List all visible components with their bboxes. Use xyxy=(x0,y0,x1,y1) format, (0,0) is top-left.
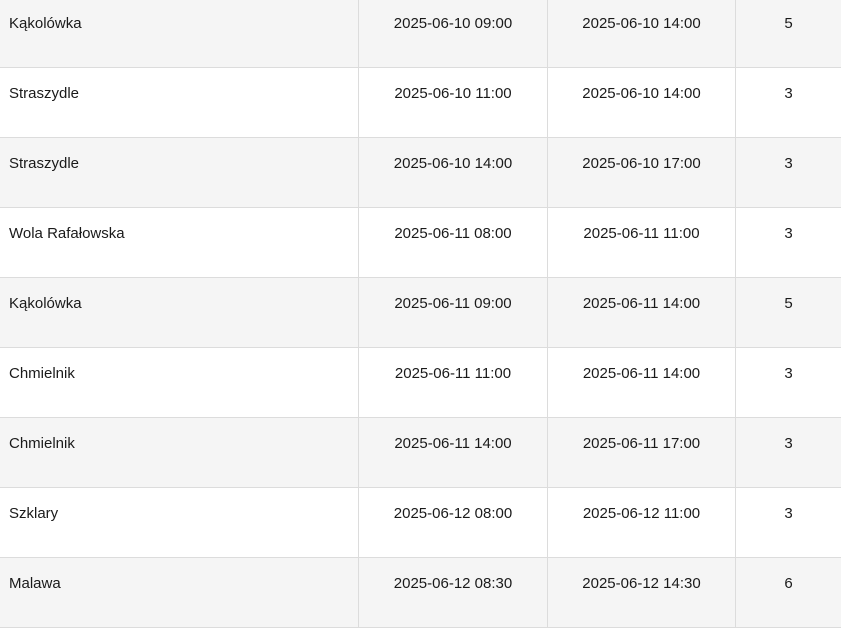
end-time-cell: 2025-06-12 14:30 xyxy=(548,558,736,627)
quantity-cell: 5 xyxy=(784,15,793,32)
location-cell: Straszydle xyxy=(0,68,359,137)
table-row[interactable]: Straszydle 2025-06-10 14:00 2025-06-10 1… xyxy=(0,138,841,208)
table-row[interactable]: Kąkolówka 2025-06-11 09:00 2025-06-11 14… xyxy=(0,278,841,348)
location-cell: Chmielnik xyxy=(0,418,359,487)
end-time-cell: 2025-06-11 14:00 xyxy=(548,278,736,347)
table-row[interactable]: Kąkolówka 2025-06-10 09:00 2025-06-10 14… xyxy=(0,0,841,68)
start-time-cell: 2025-06-11 14:00 xyxy=(359,418,548,487)
end-time-cell: 2025-06-10 14:00 xyxy=(548,68,736,137)
quantity-cell: 3 xyxy=(784,155,793,172)
start-time-cell: 2025-06-12 08:30 xyxy=(359,558,548,627)
location-cell: Szklary xyxy=(0,488,359,557)
table-row[interactable]: Straszydle 2025-06-10 11:00 2025-06-10 1… xyxy=(0,68,841,138)
schedule-table: Kąkolówka 2025-06-10 09:00 2025-06-10 14… xyxy=(0,0,841,628)
table-row[interactable]: Wola Rafałowska 2025-06-11 08:00 2025-06… xyxy=(0,208,841,278)
location-cell: Malawa xyxy=(0,558,359,627)
start-time-cell: 2025-06-11 09:00 xyxy=(359,278,548,347)
end-time-cell: 2025-06-10 17:00 xyxy=(548,138,736,207)
quantity-cell: 3 xyxy=(784,365,793,382)
location-cell: Wola Rafałowska xyxy=(0,208,359,277)
start-time-cell: 2025-06-10 14:00 xyxy=(359,138,548,207)
end-time-cell: 2025-06-11 14:00 xyxy=(548,348,736,417)
start-time-cell: 2025-06-11 08:00 xyxy=(359,208,548,277)
end-time-cell: 2025-06-12 11:00 xyxy=(548,488,736,557)
quantity-cell: 3 xyxy=(784,435,793,452)
start-time-cell: 2025-06-10 09:00 xyxy=(359,0,548,67)
start-time-cell: 2025-06-12 08:00 xyxy=(359,488,548,557)
quantity-cell: 5 xyxy=(784,295,793,312)
location-cell: Kąkolówka xyxy=(0,0,359,67)
quantity-cell: 3 xyxy=(784,505,793,522)
end-time-cell: 2025-06-11 11:00 xyxy=(548,208,736,277)
end-time-cell: 2025-06-10 14:00 xyxy=(548,0,736,67)
table-row[interactable]: Malawa 2025-06-12 08:30 2025-06-12 14:30… xyxy=(0,558,841,628)
quantity-cell: 6 xyxy=(784,575,793,592)
end-time-cell: 2025-06-11 17:00 xyxy=(548,418,736,487)
location-cell: Chmielnik xyxy=(0,348,359,417)
location-cell: Kąkolówka xyxy=(0,278,359,347)
quantity-cell: 3 xyxy=(784,85,793,102)
start-time-cell: 2025-06-11 11:00 xyxy=(359,348,548,417)
table-row[interactable]: Chmielnik 2025-06-11 11:00 2025-06-11 14… xyxy=(0,348,841,418)
table-row[interactable]: Chmielnik 2025-06-11 14:00 2025-06-11 17… xyxy=(0,418,841,488)
start-time-cell: 2025-06-10 11:00 xyxy=(359,68,548,137)
location-cell: Straszydle xyxy=(0,138,359,207)
table-row[interactable]: Szklary 2025-06-12 08:00 2025-06-12 11:0… xyxy=(0,488,841,558)
quantity-cell: 3 xyxy=(784,225,793,242)
